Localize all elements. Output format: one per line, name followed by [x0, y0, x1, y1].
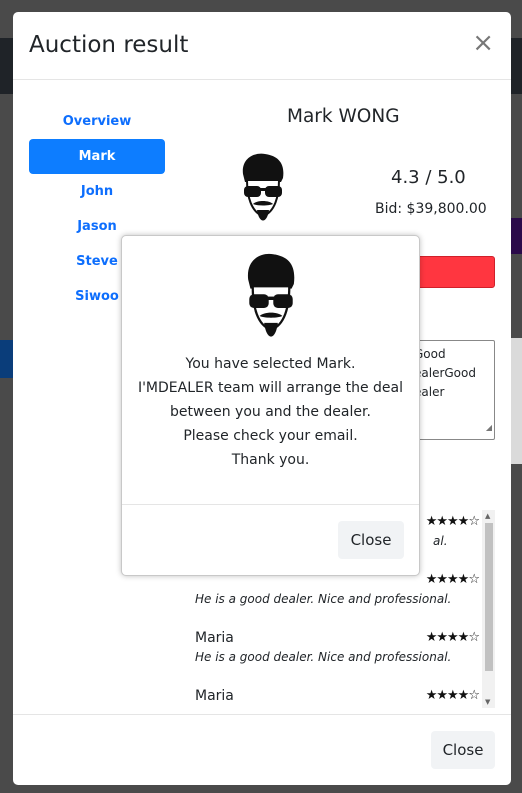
- dialog-line: You have selected Mark.: [185, 356, 356, 372]
- review-stars: ★★★★☆: [425, 514, 480, 529]
- modal-footer: Close: [13, 714, 511, 785]
- dealer-avatar-icon: [242, 153, 284, 221]
- dealer-avatar-icon: [247, 253, 295, 337]
- reviews-scrollbar[interactable]: ▲ ▼: [482, 510, 495, 708]
- scroll-up-icon[interactable]: ▲: [485, 512, 490, 520]
- modal-header: Auction result ×: [13, 12, 511, 80]
- tab-overview[interactable]: Overview: [29, 104, 165, 139]
- dialog-message: You have selected Mark. I'MDEALER team w…: [122, 352, 419, 472]
- review-user: Maria: [195, 688, 234, 704]
- dealer-bid: Bid: $39,800.00: [375, 201, 487, 217]
- dialog-line: Please check your email.: [183, 428, 358, 444]
- modal-title: Auction result: [29, 32, 189, 58]
- review-stars: ★★★★☆: [425, 630, 480, 645]
- tab-mark[interactable]: Mark: [29, 139, 165, 174]
- scroll-down-icon[interactable]: ▼: [485, 698, 490, 706]
- dealer-score: 4.3 / 5.0: [391, 167, 466, 188]
- review-stars: ★★★★☆: [425, 572, 480, 587]
- scroll-thumb[interactable]: [485, 523, 493, 671]
- close-icon[interactable]: ×: [472, 30, 494, 56]
- review-text: al.: [433, 534, 448, 548]
- review-stars: ★★★★☆: [425, 688, 480, 703]
- selection-confirmation-dialog: You have selected Mark. I'MDEALER team w…: [121, 235, 420, 576]
- dialog-footer: Close: [122, 504, 419, 576]
- dialog-line: Thank you.: [231, 452, 310, 468]
- review-text: He is a good dealer. Nice and profession…: [195, 650, 452, 664]
- dialog-line: between you and the dealer.: [170, 404, 371, 420]
- review-user: Maria: [195, 630, 234, 646]
- dealer-name: Mark WONG: [287, 106, 400, 127]
- review-text: He is a good dealer. Nice and profession…: [195, 592, 452, 606]
- dialog-close-button[interactable]: Close: [338, 521, 404, 559]
- background-fragment: [0, 340, 14, 378]
- resize-grip-icon[interactable]: ◢: [486, 418, 492, 437]
- dialog-line: I'MDEALER team will arrange the deal: [137, 380, 404, 396]
- background-fragment: [510, 218, 522, 254]
- tab-john[interactable]: John: [29, 174, 165, 209]
- close-button[interactable]: Close: [431, 731, 495, 769]
